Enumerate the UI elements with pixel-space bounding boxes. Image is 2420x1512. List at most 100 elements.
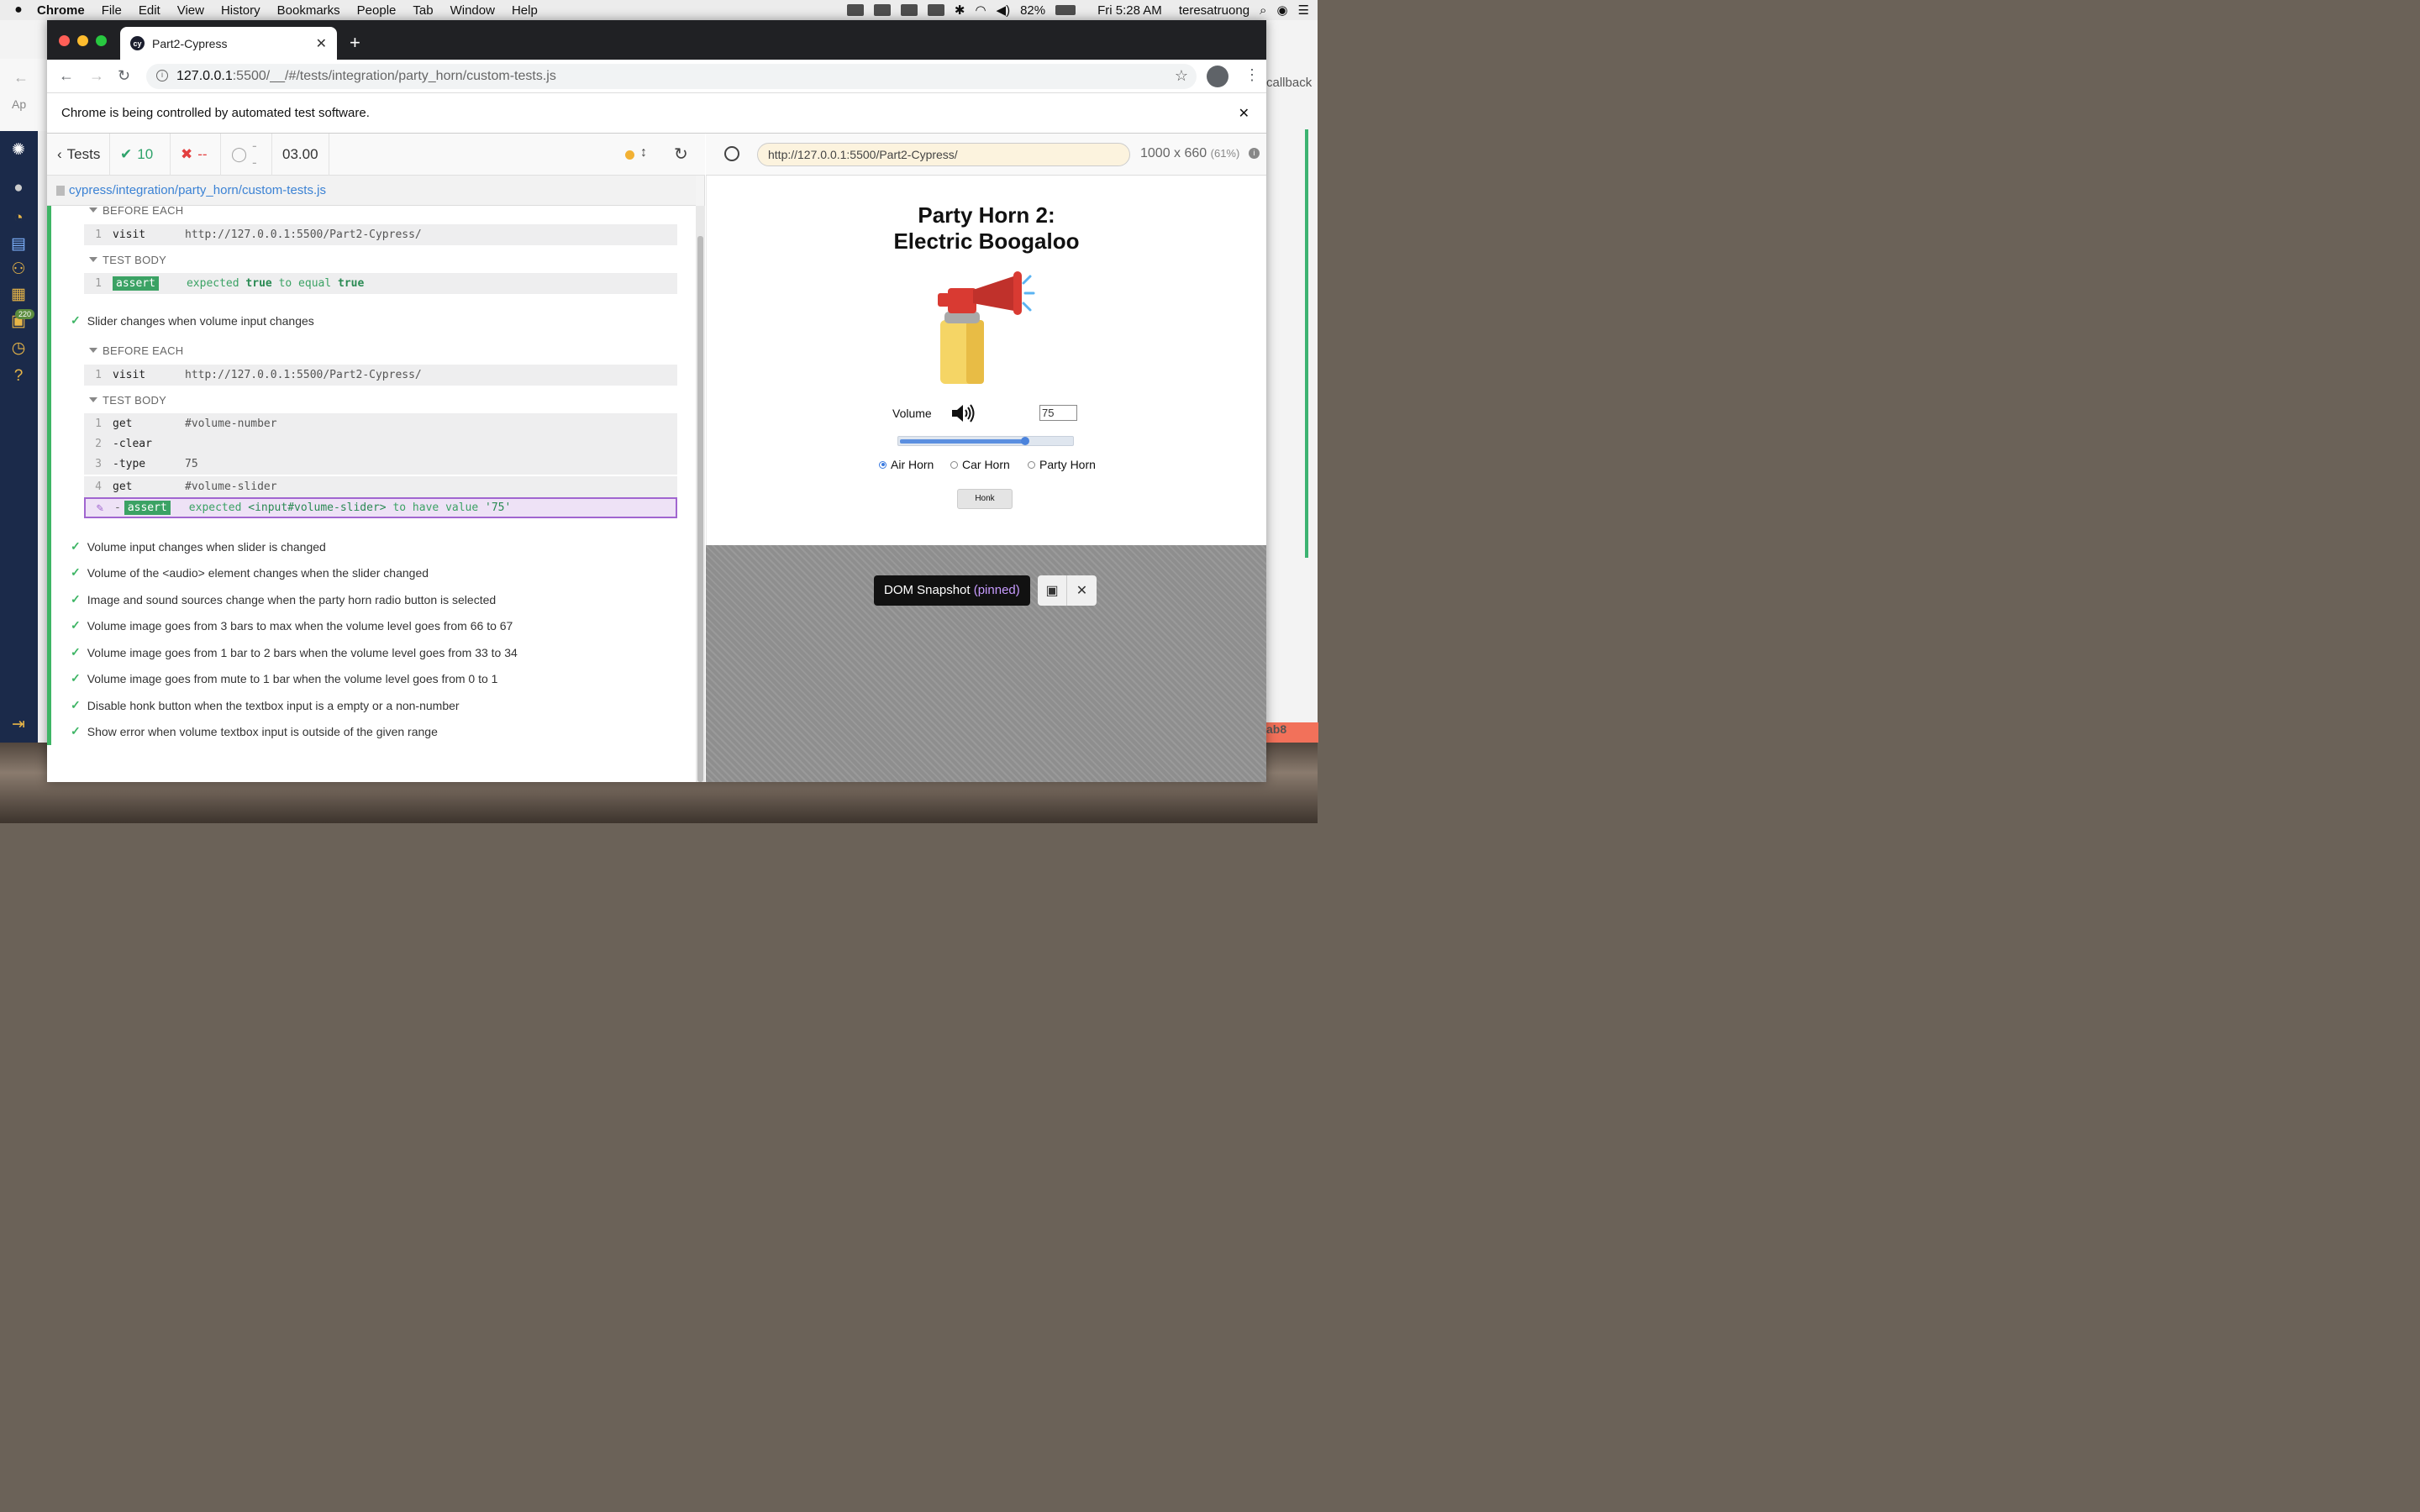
radio-party-horn[interactable]: Party Horn	[1028, 458, 1096, 471]
auto-scroll-icon[interactable]: ↕	[640, 145, 647, 160]
honk-button[interactable]: Honk	[957, 489, 1013, 509]
radio-selected-icon[interactable]	[879, 460, 886, 469]
avatar-icon[interactable]: ●	[8, 178, 29, 198]
volume-icon[interactable]: ◀)	[997, 3, 1011, 18]
notification-center-icon[interactable]: ☰	[1298, 3, 1309, 18]
test-title-row[interactable]: ✓ Volume image goes from 1 bar to 2 bars …	[71, 645, 518, 659]
menu-edit[interactable]: Edit	[139, 3, 160, 18]
check-icon: ✓	[71, 313, 81, 327]
close-window-button[interactable]	[59, 35, 70, 46]
menu-history[interactable]: History	[221, 3, 260, 18]
spotlight-icon[interactable]: ⌕	[1260, 3, 1266, 18]
test-body-label-2[interactable]: TEST BODY	[89, 394, 166, 407]
speed-icon[interactable]: ◔	[8, 208, 29, 228]
pinned-assert-row[interactable]: ✎ - assert expected <input#volume-slider…	[84, 497, 677, 518]
radio-air-horn[interactable]: Air Horn	[879, 458, 934, 471]
dom-snapshot-label: DOM Snapshot (pinned)	[874, 575, 1030, 606]
pin-icon[interactable]: ✎	[86, 501, 114, 515]
cursor-icon[interactable]	[927, 4, 944, 16]
menu-file[interactable]: File	[102, 3, 122, 18]
aut-url[interactable]: http://127.0.0.1:5500/Part2-Cypress/	[757, 143, 1130, 166]
tests-back-button[interactable]: ‹ Tests	[47, 133, 110, 176]
test-title-row[interactable]: ✓ Volume image goes from mute to 1 bar wh…	[71, 671, 497, 685]
check-icon: ✓	[71, 645, 81, 659]
volume-slider-thumb[interactable]	[1021, 437, 1029, 445]
logo-icon[interactable]: ✺	[8, 139, 29, 160]
wifi-icon[interactable]: ◠	[975, 3, 986, 18]
calendar-icon[interactable]: ▦	[8, 284, 29, 304]
test-title: Volume image goes from mute to 1 bar whe…	[87, 671, 498, 685]
help-icon[interactable]: ?	[8, 366, 29, 386]
bluetooth-icon[interactable]: ✱	[955, 3, 965, 18]
before-each-label-1[interactable]: BEFORE EACH	[89, 206, 183, 217]
menu-bookmarks[interactable]: Bookmarks	[277, 3, 340, 18]
radio-unselected-icon[interactable]	[1028, 460, 1035, 469]
clock[interactable]: Fri 5:28 AM	[1097, 3, 1162, 18]
test-title-row[interactable]: ✓ Show error when volume textbox input is…	[71, 724, 438, 738]
radio-label: Party Horn	[1039, 458, 1096, 471]
viewport-size: 1000 x 660	[1140, 146, 1207, 160]
apple-icon[interactable]: ●	[0, 3, 37, 18]
command-row[interactable]: 3 -type 75	[84, 454, 198, 474]
profile-avatar-icon[interactable]	[1207, 66, 1228, 87]
forward-icon[interactable]: →	[89, 67, 104, 85]
selector-playground-icon[interactable]	[724, 146, 739, 161]
menu-help[interactable]: Help	[512, 3, 538, 18]
battery-icon[interactable]	[1055, 5, 1076, 15]
volume-slider[interactable]	[897, 436, 1074, 446]
creative-cloud-icon[interactable]	[873, 4, 891, 16]
volume-number-input[interactable]: 75	[1039, 405, 1077, 421]
chrome-menu-icon[interactable]: ⋮	[1244, 66, 1260, 84]
radio-unselected-icon[interactable]	[950, 460, 958, 469]
test-title-row[interactable]: ✓ Disable honk button when the textbox in…	[71, 698, 460, 712]
people-icon[interactable]: ⚇	[8, 259, 29, 279]
unpin-close-icon[interactable]: ✕	[1067, 575, 1097, 606]
before-each-label-2[interactable]: BEFORE EACH	[89, 344, 183, 357]
address-bar[interactable]: i 127.0.0.1:5500/__/#/tests/integration/…	[146, 64, 1197, 89]
site-info-icon[interactable]: i	[156, 70, 168, 81]
user-name[interactable]: teresatruong	[1179, 3, 1249, 18]
test-title-row[interactable]: ✓ Slider changes when volume input chang…	[71, 313, 314, 328]
radio-car-horn[interactable]: Car Horn	[950, 458, 1010, 471]
tab-part2-cypress[interactable]: cy Part2-Cypress ✕	[120, 27, 337, 60]
command-row[interactable]: 1 visit http://127.0.0.1:5500/Part2-Cypr…	[84, 365, 677, 386]
passed-indicator-rule	[47, 206, 51, 745]
menu-window[interactable]: Window	[450, 3, 495, 18]
test-title-row[interactable]: ✓ Volume of the <audio> element changes w…	[71, 565, 429, 580]
highlight-toggle-icon[interactable]: ▣	[1038, 575, 1067, 606]
command-row[interactable]: 4 get #volume-slider	[84, 476, 677, 497]
close-tab-icon[interactable]: ✕	[316, 35, 327, 52]
siri-icon[interactable]: ◉	[1276, 3, 1287, 18]
test-title-row[interactable]: ✓ Image and sound sources change when the…	[71, 592, 496, 606]
minimize-window-button[interactable]	[77, 35, 88, 46]
test-title-row[interactable]: ✓ Volume input changes when slider is cha…	[71, 539, 326, 554]
command-row[interactable]: 1 visit http://127.0.0.1:5500/Part2-Cypr…	[84, 224, 677, 245]
menu-people[interactable]: People	[357, 3, 397, 18]
scrollbar-thumb[interactable]	[697, 236, 703, 782]
command-row[interactable]: 2 -clear	[84, 433, 185, 454]
menu-tab[interactable]: Tab	[413, 3, 433, 18]
assert-row[interactable]: 1 assert expected true to equal true	[84, 273, 677, 294]
test-body-label-1[interactable]: TEST BODY	[89, 254, 166, 266]
stack-icon[interactable]	[900, 4, 918, 16]
collapse-icon[interactable]: ⇥	[8, 714, 29, 734]
new-tab-icon[interactable]: +	[350, 32, 360, 54]
running-status-dot	[625, 150, 634, 160]
back-icon[interactable]: ←	[59, 67, 74, 85]
docker-icon[interactable]	[846, 4, 864, 16]
rerun-icon[interactable]: ↻	[674, 144, 688, 165]
test-title-row[interactable]: ✓ Volume image goes from 3 bars to max wh…	[71, 618, 513, 633]
zoom-window-button[interactable]	[96, 35, 107, 46]
bookmark-star-icon[interactable]: ☆	[1175, 67, 1188, 85]
reporter-scrollbar[interactable]	[696, 206, 705, 782]
close-infobar-icon[interactable]: ✕	[1239, 105, 1249, 122]
test-title: Volume image goes from 3 bars to max whe…	[87, 618, 513, 633]
info-icon[interactable]: i	[1249, 148, 1260, 159]
command-row[interactable]: 1 get #volume-number	[84, 413, 277, 433]
menu-view[interactable]: View	[177, 3, 204, 18]
book-icon[interactable]: ▤	[8, 234, 29, 254]
spec-path-link[interactable]: cypress/integration/party_horn/custom-te…	[69, 183, 326, 197]
clock-icon[interactable]: ◷	[8, 338, 29, 358]
reload-icon[interactable]: ↻	[118, 67, 130, 85]
menu-app-name[interactable]: Chrome	[37, 3, 85, 18]
